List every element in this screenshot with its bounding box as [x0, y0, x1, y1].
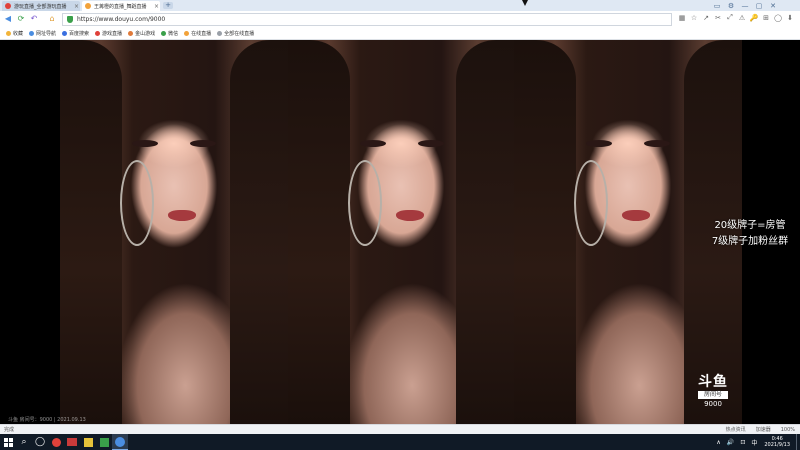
tab-douyu-games[interactable]: 游玩直播_全部游玩直播 ×: [2, 1, 80, 11]
app-green-icon[interactable]: [96, 434, 112, 450]
grid-icon[interactable]: ▦: [676, 14, 688, 22]
circle-icon[interactable]: ◯: [772, 14, 784, 22]
system-tray: ∧ 🔊 ⊡ 中 0:46 2021/9/13: [713, 434, 800, 450]
video-frame-middle: [288, 40, 514, 424]
overlay-line: 20级牌子=房管: [714, 220, 786, 231]
globe-icon: [29, 30, 35, 36]
douyu-icon: [95, 30, 101, 36]
search-icon[interactable]: ⌕: [16, 434, 32, 450]
tab-strip: 游玩直播_全部游玩直播 × 王苒橙的直播_舞蹈直播 × + ▭ ⚙ — ▢ ✕: [0, 0, 800, 11]
bookmark-item[interactable]: 收藏: [6, 30, 23, 37]
minimize-button[interactable]: —: [738, 2, 752, 10]
logo-main: 斗鱼: [698, 374, 728, 390]
bookmark-item[interactable]: 百度搜索: [62, 30, 89, 37]
scissors-icon[interactable]: ✂: [712, 14, 724, 22]
bookmarks-bar: 收藏 网址导航 百度搜索 游戏直播 金山游戏 微信 在线直播 全部在线直播: [0, 27, 800, 40]
accelerator-button[interactable]: 加速器: [756, 426, 771, 433]
task-view-icon[interactable]: ◯: [32, 434, 48, 450]
app-video-icon[interactable]: [64, 434, 80, 450]
navigation-bar: ◀ ⟳ ↶ ⌂ https://www.douyu.com/9000 ▦ ☆ ↗…: [0, 11, 800, 28]
clock-date: 2021/9/13: [764, 442, 790, 448]
clock[interactable]: 0:46 2021/9/13: [764, 436, 790, 448]
tray-expand-icon[interactable]: ∧: [716, 439, 720, 446]
stream-overlay-text: 20级牌子=房管 7级牌子加粉丝群: [700, 218, 800, 250]
news-button[interactable]: 热点资讯: [726, 426, 746, 433]
volume-icon[interactable]: 🔊: [727, 439, 734, 446]
room-number: 9000: [704, 400, 722, 408]
live-icon: [184, 30, 190, 36]
tab-title: 王苒橙的直播_舞蹈直播: [94, 3, 147, 10]
status-bar: 完成 热点资讯 加速器 100%: [0, 424, 800, 434]
tab-close-icon[interactable]: ×: [153, 3, 160, 10]
settings-icon[interactable]: ⚙: [724, 2, 738, 10]
close-button[interactable]: ✕: [766, 2, 780, 10]
star-icon: [6, 30, 11, 36]
url-text[interactable]: https://www.douyu.com/9000: [77, 16, 165, 23]
browser-taskbar-icon[interactable]: [112, 434, 128, 450]
video-watermark: 斗鱼 房间号：9000 | 2021.09.13: [8, 417, 86, 423]
tab-live-stream[interactable]: 王苒橙的直播_舞蹈直播 ×: [82, 1, 160, 11]
restore-tabs-icon[interactable]: ▭: [710, 2, 724, 10]
mouse-cursor-icon: [522, 0, 528, 6]
bookmark-item[interactable]: 网址导航: [29, 30, 56, 37]
windows-logo-icon: [3, 437, 13, 447]
overlay-line: 7级牌子加粉丝群: [711, 236, 789, 247]
start-button[interactable]: [0, 434, 16, 450]
refresh-icon[interactable]: ⟳: [16, 14, 26, 24]
network-icon[interactable]: ⊡: [740, 439, 745, 446]
chat-icon: [161, 30, 167, 36]
bookmark-item[interactable]: 微信: [161, 30, 178, 37]
app-yellow-icon[interactable]: [80, 434, 96, 450]
expand-icon[interactable]: ⤢: [724, 13, 736, 22]
show-desktop-button[interactable]: [796, 434, 800, 450]
secure-shield-icon: [67, 16, 73, 23]
back-icon[interactable]: ◀: [3, 14, 13, 24]
undo-icon[interactable]: ↶: [29, 14, 39, 24]
logo-sub: 房间号: [698, 391, 728, 399]
bookmark-item[interactable]: 游戏直播: [95, 30, 122, 37]
star-icon[interactable]: ☆: [688, 14, 700, 22]
video-frame-left: [60, 40, 288, 424]
key-icon[interactable]: 🔑: [748, 14, 760, 22]
bookmark-item[interactable]: 在线直播: [184, 30, 211, 37]
game-icon: [128, 30, 134, 36]
share-icon[interactable]: ↗: [700, 14, 712, 22]
home-icon[interactable]: ⌂: [47, 14, 57, 24]
warning-icon[interactable]: ⚠: [736, 14, 748, 22]
ime-icon[interactable]: 中: [751, 438, 757, 447]
bookmark-item[interactable]: 金山游戏: [128, 30, 155, 37]
douyu-favicon-icon: [5, 3, 11, 9]
bookmark-item[interactable]: 全部在线直播: [217, 30, 254, 37]
toolbar-right: ▦ ☆ ↗ ✂ ⤢ ⚠ 🔑 ⊞ ◯ ⬇: [676, 13, 796, 22]
zoom-level[interactable]: 100%: [781, 427, 795, 433]
douyu-favicon-icon: [85, 3, 91, 9]
paw-icon: [62, 30, 68, 36]
app-red-icon[interactable]: [48, 434, 64, 450]
status-text: 完成: [4, 427, 15, 433]
video-player[interactable]: 20级牌子=房管 7级牌子加粉丝群 斗鱼 房间号 9000 斗鱼 房间号：900…: [0, 40, 800, 424]
download-icon[interactable]: ⬇: [784, 14, 796, 22]
folder-icon: [217, 30, 223, 36]
status-right: 热点资讯 加速器 100%: [721, 426, 800, 434]
tab-close-icon[interactable]: ×: [73, 3, 80, 10]
taskbar: ⌕ ◯ ∧ 🔊 ⊡ 中 0:46 2021/9/13: [0, 434, 800, 450]
new-tab-button[interactable]: +: [163, 2, 173, 9]
douyu-logo: 斗鱼 房间号 9000: [694, 374, 732, 414]
address-bar[interactable]: https://www.douyu.com/9000: [62, 13, 672, 26]
window-controls: ▭ ⚙ — ▢ ✕: [710, 0, 780, 11]
maximize-button[interactable]: ▢: [752, 2, 766, 10]
apps-icon[interactable]: ⊞: [760, 14, 772, 22]
tab-title: 游玩直播_全部游玩直播: [14, 3, 67, 10]
